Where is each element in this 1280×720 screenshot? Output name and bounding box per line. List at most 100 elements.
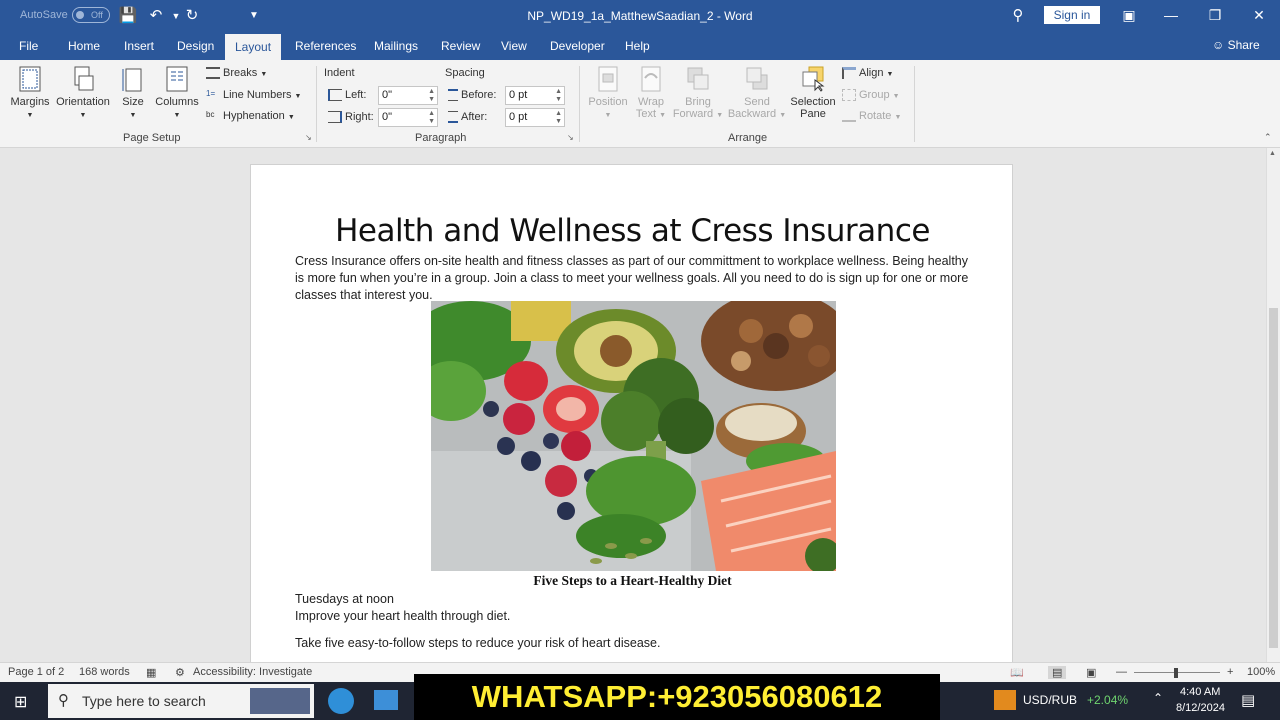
- tab-home[interactable]: Home: [68, 37, 100, 60]
- margins-button[interactable]: Margins ▼: [8, 66, 52, 120]
- currency-label[interactable]: USD/RUB: [1023, 693, 1077, 707]
- send-backward-button[interactable]: Send Backward ▼: [727, 66, 787, 120]
- notifications-icon[interactable]: ▤: [1241, 691, 1255, 709]
- tab-insert[interactable]: Insert: [124, 37, 154, 60]
- spinner-arrows-icon[interactable]: ▲ ▼: [428, 110, 435, 126]
- windows-start-icon[interactable]: ⊞: [14, 692, 27, 712]
- position-button[interactable]: Position ▼: [586, 66, 630, 120]
- arrange-group-label: Arrange: [728, 132, 768, 144]
- steps-line[interactable]: Take five easy-to-follow steps to reduce…: [295, 635, 975, 652]
- zoom-level[interactable]: 100%: [1247, 666, 1275, 678]
- scrollbar-thumb[interactable]: [1269, 308, 1278, 648]
- spinner-arrows-icon[interactable]: ▲ ▼: [555, 110, 562, 126]
- size-button[interactable]: Size ▼: [118, 66, 148, 120]
- close-icon[interactable]: ✕: [1246, 4, 1272, 26]
- orientation-icon: [74, 66, 94, 91]
- tab-design[interactable]: Design: [177, 37, 214, 60]
- align-icon: [842, 67, 856, 80]
- indent-left-input[interactable]: 0" ▲ ▼: [378, 86, 438, 105]
- chevron-down-icon: ▼: [894, 114, 902, 121]
- breaks-label: Breaks: [223, 67, 258, 79]
- zoom-out-icon[interactable]: —: [1116, 666, 1127, 678]
- chevron-down-icon: ▼: [79, 112, 87, 119]
- sign-in-button[interactable]: Sign in: [1044, 6, 1100, 24]
- align-button[interactable]: Align ▼: [842, 67, 893, 80]
- tab-file[interactable]: File: [19, 37, 38, 60]
- restore-icon[interactable]: ❐: [1202, 4, 1228, 26]
- rotate-icon: [842, 110, 856, 123]
- indent-left-text: Left:: [345, 89, 367, 101]
- tab-references[interactable]: References: [295, 37, 356, 60]
- columns-icon: [166, 66, 188, 92]
- word-count[interactable]: 168 words: [79, 666, 130, 678]
- spinner-arrows-icon[interactable]: ▲ ▼: [428, 88, 435, 104]
- orientation-button[interactable]: Orientation ▼: [54, 66, 112, 120]
- chevron-down-icon: ▼: [173, 112, 181, 119]
- currency-change: +2.04%: [1087, 693, 1129, 707]
- rotate-button[interactable]: Rotate ▼: [842, 110, 902, 123]
- tab-review[interactable]: Review: [441, 37, 480, 60]
- hyphenation-icon: bc: [206, 110, 215, 120]
- search-icon[interactable]: ⚲: [1008, 6, 1028, 26]
- read-mode-icon[interactable]: 📖: [1010, 666, 1024, 679]
- proofing-icon[interactable]: ▦: [146, 666, 156, 679]
- healthy-food-photo[interactable]: [431, 301, 836, 571]
- indent-right-text: Right:: [345, 111, 374, 123]
- image-caption[interactable]: Five Steps to a Heart-Healthy Diet: [251, 573, 1014, 589]
- group-button[interactable]: Group ▼: [842, 89, 900, 102]
- selection-pane-button[interactable]: Selection Pane: [788, 66, 838, 120]
- columns-button[interactable]: Columns ▼: [153, 66, 201, 120]
- print-layout-icon[interactable]: ▤: [1048, 666, 1067, 679]
- minimize-icon[interactable]: —: [1158, 4, 1184, 26]
- chevron-down-icon: ▼: [26, 112, 34, 119]
- document-page[interactable]: Health and Wellness at Cress Insurance C…: [250, 164, 1013, 662]
- clock-date[interactable]: 8/12/2024: [1176, 702, 1225, 714]
- share-button[interactable]: ☺ Share: [1212, 38, 1260, 52]
- mail-icon[interactable]: [374, 690, 398, 710]
- ribbon-display-options-icon[interactable]: ▣: [1116, 4, 1142, 26]
- page-setup-dialog-launcher-icon[interactable]: ↘: [305, 133, 312, 142]
- ribbon-separator: [579, 66, 580, 142]
- web-layout-icon[interactable]: ▣: [1086, 666, 1096, 679]
- intro-paragraph[interactable]: Cress Insurance offers on-site health an…: [295, 253, 975, 304]
- indent-right-icon: [328, 111, 342, 124]
- spacing-before-input[interactable]: 0 pt ▲ ▼: [505, 86, 565, 105]
- scroll-up-icon[interactable]: ▲: [1269, 150, 1276, 157]
- spinner-arrows-icon[interactable]: ▲ ▼: [555, 88, 562, 104]
- zoom-slider-thumb[interactable]: [1174, 668, 1178, 678]
- line-numbers-button[interactable]: 1= Line Numbers ▼: [206, 89, 301, 101]
- clock-time[interactable]: 4:40 AM: [1180, 686, 1220, 698]
- collapse-ribbon-icon[interactable]: ⌃: [1264, 132, 1272, 143]
- share-label: Share: [1227, 38, 1260, 52]
- tab-layout[interactable]: Layout: [225, 34, 282, 60]
- orientation-label: Orientation: [56, 96, 110, 108]
- accessibility-status[interactable]: Accessibility: Investigate: [193, 666, 312, 678]
- tab-mailings[interactable]: Mailings: [374, 37, 418, 60]
- stock-widget-icon[interactable]: [994, 690, 1016, 710]
- title-bar: AutoSave Off 💾 ↶ ▼ ↻ ▼ NP_WD19_1a_Matthe…: [0, 0, 1280, 32]
- edge-icon[interactable]: [328, 688, 354, 714]
- breaks-button[interactable]: Breaks ▼: [206, 67, 267, 80]
- search-icon: ⚲: [58, 692, 69, 709]
- indent-left-label: Left:: [328, 89, 367, 102]
- wrap-text-button[interactable]: Wrap Text ▼: [634, 66, 668, 120]
- tab-developer[interactable]: Developer: [550, 37, 605, 60]
- vertical-scrollbar[interactable]: ▲: [1266, 148, 1280, 662]
- show-hidden-icons-icon[interactable]: ⌃: [1153, 691, 1163, 705]
- tab-view[interactable]: View: [501, 37, 527, 60]
- description-line[interactable]: Improve your heart health through diet.: [295, 608, 975, 625]
- tab-help[interactable]: Help: [625, 37, 650, 60]
- zoom-in-icon[interactable]: +: [1227, 666, 1233, 678]
- chevron-down-icon: ▼: [716, 112, 724, 119]
- schedule-line[interactable]: Tuesdays at noon: [295, 591, 975, 608]
- document-heading[interactable]: Health and Wellness at Cress Insurance: [251, 213, 1014, 249]
- spacing-after-input[interactable]: 0 pt ▲ ▼: [505, 108, 565, 127]
- paragraph-dialog-launcher-icon[interactable]: ↘: [567, 133, 574, 142]
- hyphenation-button[interactable]: bc Hyphenation ▼: [206, 110, 295, 122]
- bring-forward-button[interactable]: Bring Forward ▼: [671, 66, 725, 120]
- bring-forward-label-2: Forward: [672, 108, 714, 120]
- indent-right-input[interactable]: 0" ▲ ▼: [378, 108, 438, 127]
- align-label: Align: [859, 67, 884, 79]
- page-count[interactable]: Page 1 of 2: [8, 666, 64, 678]
- chevron-down-icon: ▼: [294, 93, 302, 100]
